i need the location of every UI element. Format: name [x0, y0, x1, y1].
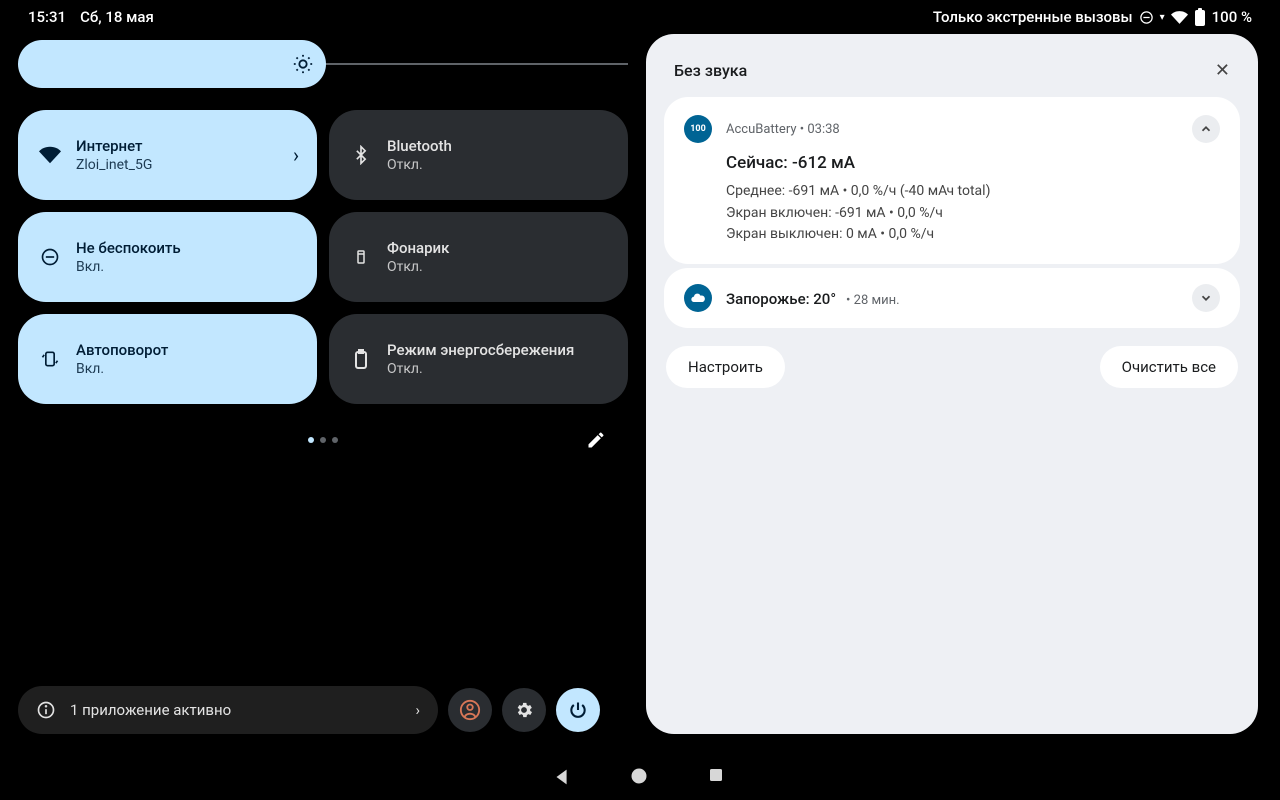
chevron-right-icon: › — [293, 143, 299, 167]
qs-page-indicator — [308, 437, 338, 443]
notif-app-line: AccuBattery • 03:38 — [726, 122, 1178, 137]
status-emergency: Только экстренные вызовы — [933, 8, 1133, 26]
power-button[interactable] — [556, 688, 600, 732]
user-button[interactable] — [448, 688, 492, 732]
brightness-slider[interactable] — [18, 40, 628, 88]
expand-button[interactable] — [1192, 284, 1220, 312]
tile-subtitle: Откл. — [387, 157, 610, 173]
status-time: 15:31 — [28, 8, 66, 26]
flashlight-icon — [347, 248, 375, 266]
running-apps-button[interactable]: 1 приложение активно › — [18, 686, 438, 734]
collapse-button[interactable] — [1192, 115, 1220, 143]
chevron-right-icon: › — [415, 701, 420, 719]
navigation-bar — [551, 766, 729, 788]
wifi-icon — [36, 144, 64, 166]
battery-icon — [1194, 8, 1206, 26]
rotate-icon — [36, 349, 64, 369]
notification-weather[interactable]: Запорожье: 20° • 28 мин. — [664, 268, 1240, 328]
notif-line: Среднее: -691 мА • 0,0 %/ч (-40 мАч tota… — [726, 181, 1220, 203]
wifi-icon — [1171, 9, 1188, 26]
notif-title: Запорожье: 20° — [726, 290, 836, 308]
notif-title: Сейчас: -612 мА — [726, 153, 1220, 173]
tile-internet[interactable]: Интернет Zloi_inet_5G › — [18, 110, 317, 200]
dnd-icon — [36, 247, 64, 267]
nav-back-button[interactable] — [551, 766, 573, 788]
configure-button[interactable]: Настроить — [666, 346, 785, 388]
nav-home-button[interactable] — [629, 766, 651, 788]
quick-settings-panel: Интернет Zloi_inet_5G › Bluetooth Откл. — [18, 34, 628, 734]
close-icon[interactable]: ✕ — [1215, 60, 1230, 81]
tile-title: Фонарик — [387, 239, 610, 257]
brightness-icon — [292, 53, 314, 75]
status-battery-pct: 100 % — [1212, 8, 1252, 26]
tile-title: Bluetooth — [387, 137, 610, 155]
weather-icon — [684, 284, 712, 312]
app-icon: 100 — [684, 115, 712, 143]
tile-title: Режим энергосбережения — [387, 341, 610, 359]
qs-tiles-grid: Интернет Zloi_inet_5G › Bluetooth Откл. — [18, 110, 628, 404]
tile-bluetooth[interactable]: Bluetooth Откл. — [329, 110, 628, 200]
notification-accubattery[interactable]: 100 AccuBattery • 03:38 Сейчас: -612 мА … — [664, 97, 1240, 264]
notif-section-title: Без звука — [674, 61, 747, 80]
tile-subtitle: Вкл. — [76, 259, 299, 275]
tile-dnd[interactable]: Не беспокоить Вкл. — [18, 212, 317, 302]
battery-icon — [347, 349, 375, 369]
tile-autorotate[interactable]: Автоповорот Вкл. — [18, 314, 317, 404]
running-apps-label: 1 приложение активно — [70, 701, 231, 719]
edit-tiles-button[interactable] — [586, 430, 606, 450]
info-icon — [36, 700, 56, 720]
tile-title: Автоповорот — [76, 341, 299, 359]
notification-panel: Без звука ✕ 100 AccuBattery • 03:38 Сейч… — [646, 34, 1258, 734]
tile-title: Интернет — [76, 137, 293, 155]
signal-icon: ▾ — [1160, 12, 1165, 23]
tile-subtitle: Откл. — [387, 361, 610, 377]
tile-subtitle: Zloi_inet_5G — [76, 157, 293, 173]
no-sim-icon — [1139, 10, 1154, 25]
tile-battery-saver[interactable]: Режим энергосбережения Откл. — [329, 314, 628, 404]
clear-all-button[interactable]: Очистить все — [1100, 346, 1238, 388]
tile-flashlight[interactable]: Фонарик Откл. — [329, 212, 628, 302]
tile-title: Не беспокоить — [76, 239, 299, 257]
settings-button[interactable] — [502, 688, 546, 732]
notif-line: Экран выключен: 0 мА • 0,0 %/ч — [726, 224, 1220, 246]
notif-line: Экран включен: -691 мА • 0,0 %/ч — [726, 203, 1220, 225]
bluetooth-icon — [347, 145, 375, 165]
tile-subtitle: Вкл. — [76, 361, 299, 377]
notif-time: • 28 мин. — [846, 293, 900, 308]
status-bar: 15:31 Сб, 18 мая Только экстренные вызов… — [0, 0, 1280, 34]
status-date: Сб, 18 мая — [80, 8, 154, 26]
tile-subtitle: Откл. — [387, 259, 610, 275]
nav-recents-button[interactable] — [707, 766, 729, 788]
